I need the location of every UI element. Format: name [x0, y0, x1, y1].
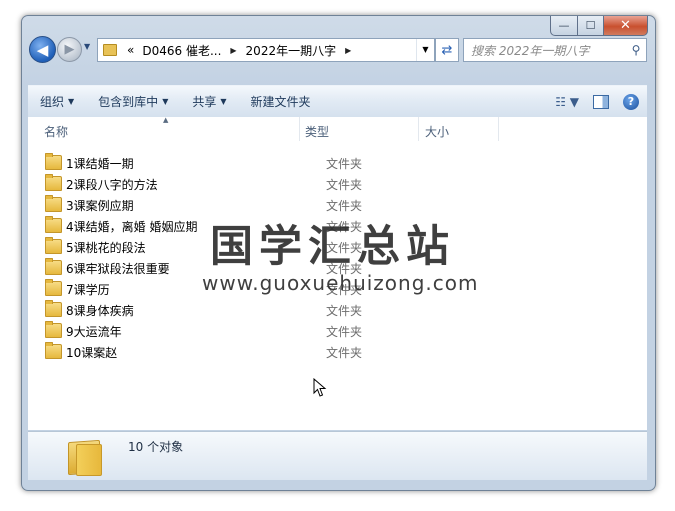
- column-divider[interactable]: [498, 117, 499, 141]
- mouse-cursor-icon: [313, 378, 327, 397]
- file-name: 6课牢狱段法很重要: [66, 262, 170, 276]
- file-type: 文件夹: [326, 199, 363, 213]
- maximize-button[interactable]: ☐: [578, 16, 604, 36]
- column-divider[interactable]: [418, 117, 419, 141]
- chevron-right-icon[interactable]: ▶: [225, 46, 241, 55]
- folder-icon: [45, 258, 62, 275]
- file-name: 1课结婚一期: [66, 157, 134, 171]
- list-item[interactable]: 1课结婚一期 文件夹: [42, 152, 602, 173]
- window-controls: — ☐ ✕: [550, 16, 648, 38]
- file-type: 文件夹: [326, 220, 363, 234]
- folder-icon: [45, 237, 62, 254]
- sort-ascending-icon: ▲: [163, 116, 169, 124]
- chevron-down-icon: ▼: [68, 97, 75, 106]
- file-name: 10课案赵: [66, 346, 118, 360]
- include-in-library-menu[interactable]: 包含到库中 ▼: [86, 93, 180, 110]
- navigation-bar: ◀ ▶ ▼ « D0466 催老... ▶ 2022年一期八字 ▶ ▼ ⇄ 搜索…: [29, 36, 647, 64]
- file-name: 4课结婚，离婚 婚姻应期: [66, 220, 198, 234]
- file-list: 1课结婚一期 文件夹 2课段八字的方法 文件夹 3课案例应期 文件夹 4课结婚，离婚 婚姻应…: [42, 152, 602, 362]
- new-folder-button[interactable]: 新建文件夹: [239, 93, 323, 110]
- chevron-down-icon: ▼: [220, 97, 227, 106]
- file-type: 文件夹: [326, 178, 363, 192]
- search-placeholder: 搜索 2022年一期八字: [471, 43, 590, 58]
- search-icon[interactable]: ⚲: [626, 43, 646, 57]
- column-size[interactable]: 大小: [425, 123, 449, 140]
- share-label: 共享: [192, 95, 217, 109]
- folder-icon: [45, 153, 62, 170]
- column-headers: ▲ 名称 类型 大小: [28, 116, 647, 143]
- forward-button[interactable]: ▶: [57, 37, 82, 62]
- arrow-right-icon: ▶: [64, 42, 75, 57]
- preview-pane-icon[interactable]: [593, 94, 609, 109]
- folder-icon: [45, 321, 62, 338]
- item-count: 10 个对象: [128, 440, 184, 454]
- list-item[interactable]: 7课学历 文件夹: [42, 278, 602, 299]
- details-pane: 10 个对象: [28, 431, 647, 480]
- back-button[interactable]: ◀: [29, 36, 56, 63]
- folder-icon: [45, 342, 62, 359]
- file-list-pane: ▲ 名称 类型 大小 1课结婚一期 文件夹 2课段八字的方法 文件夹 3课案例应期 文件夹…: [28, 116, 647, 430]
- minimize-button[interactable]: —: [550, 16, 578, 36]
- column-type[interactable]: 类型: [305, 123, 329, 140]
- list-item[interactable]: 9大运流年 文件夹: [42, 320, 602, 341]
- file-name: 7课学历: [66, 283, 110, 297]
- organize-label: 组织: [40, 95, 65, 109]
- folder-icon: [45, 279, 62, 296]
- view-options-icon[interactable]: ☷ ▼: [555, 95, 579, 109]
- list-item[interactable]: 8课身体疾病 文件夹: [42, 299, 602, 320]
- organize-menu[interactable]: 组织 ▼: [28, 93, 86, 110]
- history-dropdown[interactable]: ▼: [84, 42, 90, 51]
- new-folder-label: 新建文件夹: [250, 95, 311, 109]
- file-name: 3课案例应期: [66, 199, 134, 213]
- file-name: 9大运流年: [66, 325, 122, 339]
- column-name[interactable]: 名称: [44, 123, 68, 140]
- file-name: 2课段八字的方法: [66, 178, 158, 192]
- breadcrumb-current[interactable]: 2022年一期八字: [242, 42, 341, 59]
- command-bar: 组织 ▼ 包含到库中 ▼ 共享 ▼ 新建文件夹 ☷ ▼ ?: [28, 85, 647, 118]
- breadcrumb-overflow[interactable]: «: [123, 43, 138, 57]
- folder-icon: [45, 195, 62, 212]
- arrow-left-icon: ◀: [36, 40, 49, 59]
- search-input[interactable]: 搜索 2022年一期八字 ⚲: [463, 38, 647, 62]
- folder-icon: [45, 174, 62, 191]
- file-type: 文件夹: [326, 283, 363, 297]
- file-type: 文件夹: [326, 262, 363, 276]
- file-name: 5课桃花的段法: [66, 241, 146, 255]
- folder-icon: [45, 300, 62, 317]
- column-divider[interactable]: [299, 117, 300, 141]
- refresh-button[interactable]: ⇄: [435, 38, 459, 62]
- list-item[interactable]: 4课结婚，离婚 婚姻应期 文件夹: [42, 215, 602, 236]
- include-in-library-label: 包含到库中: [98, 95, 159, 109]
- chevron-right-icon[interactable]: ▶: [340, 46, 356, 55]
- file-name: 8课身体疾病: [66, 304, 134, 318]
- close-button[interactable]: ✕: [604, 16, 648, 36]
- breadcrumb-parent[interactable]: D0466 催老...: [138, 42, 225, 59]
- file-type: 文件夹: [326, 346, 363, 360]
- list-item[interactable]: 5课桃花的段法 文件夹: [42, 236, 602, 257]
- file-type: 文件夹: [326, 304, 363, 318]
- folder-icon: [103, 44, 117, 56]
- folder-icon: [45, 216, 62, 233]
- file-type: 文件夹: [326, 157, 363, 171]
- file-type: 文件夹: [326, 241, 363, 255]
- help-icon[interactable]: ?: [623, 93, 639, 110]
- list-item[interactable]: 3课案例应期 文件夹: [42, 194, 602, 215]
- folder-icon: [68, 438, 102, 476]
- share-menu[interactable]: 共享 ▼: [180, 93, 238, 110]
- refresh-icon: ⇄: [441, 42, 453, 58]
- list-item[interactable]: 6课牢狱段法很重要 文件夹: [42, 257, 602, 278]
- address-bar[interactable]: « D0466 催老... ▶ 2022年一期八字 ▶ ▼: [97, 38, 435, 62]
- chevron-down-icon[interactable]: ▼: [416, 39, 434, 61]
- chevron-down-icon: ▼: [162, 97, 169, 106]
- list-item[interactable]: 2课段八字的方法 文件夹: [42, 173, 602, 194]
- file-type: 文件夹: [326, 325, 363, 339]
- list-item[interactable]: 10课案赵 文件夹: [42, 341, 602, 362]
